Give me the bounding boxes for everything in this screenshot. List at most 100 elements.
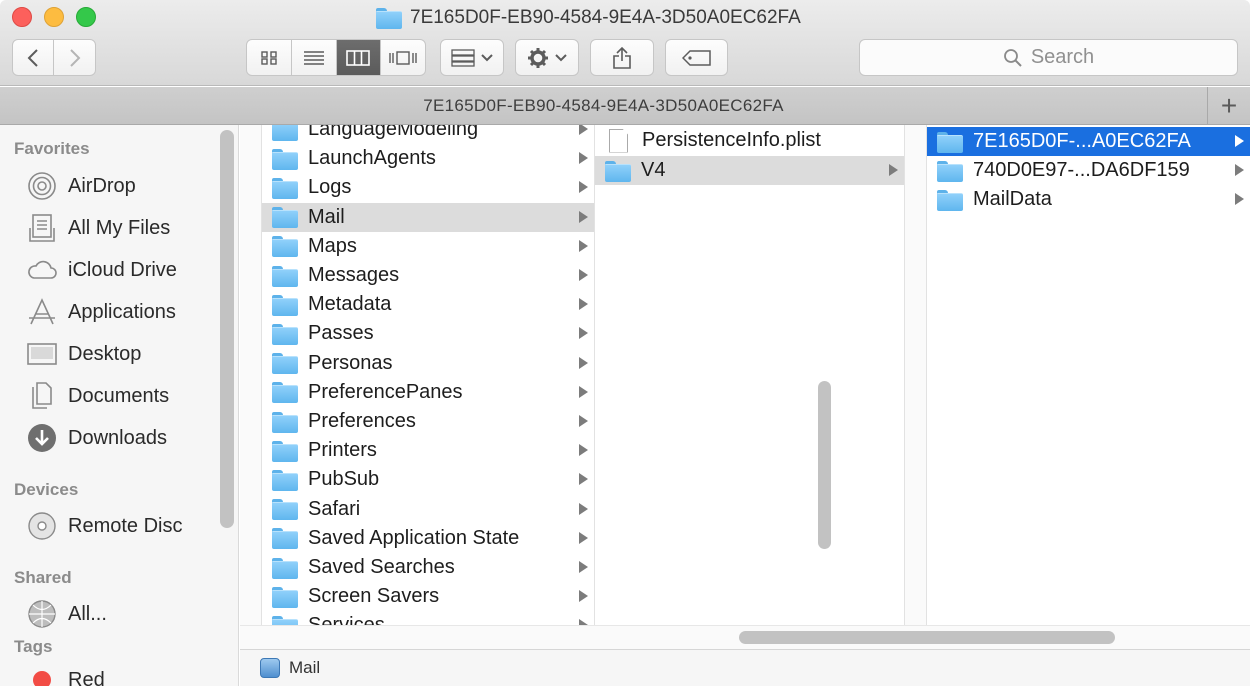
close-window-button[interactable] bbox=[12, 7, 32, 27]
sidebar-item-tag-red[interactable]: Red bbox=[26, 662, 105, 686]
zoom-window-button[interactable] bbox=[76, 7, 96, 27]
list-item[interactable]: LaunchAgents bbox=[262, 144, 594, 173]
sidebar-item-documents[interactable]: Documents bbox=[26, 378, 169, 414]
forward-button[interactable] bbox=[53, 39, 96, 76]
mail-app-icon bbox=[260, 658, 280, 678]
tab-current[interactable]: 7E165D0F-EB90-4584-9E4A-3D50A0EC62FA bbox=[0, 87, 1207, 125]
folder-icon bbox=[272, 265, 298, 287]
sidebar-item-applications[interactable]: Applications bbox=[26, 294, 176, 330]
horizontal-scrollbar[interactable] bbox=[240, 625, 1250, 649]
list-item[interactable]: Maps bbox=[262, 232, 594, 261]
list-item[interactable]: LanguageModeling bbox=[262, 125, 594, 144]
column-view-button[interactable] bbox=[336, 40, 382, 75]
list-item[interactable]: Saved Application State bbox=[262, 524, 594, 553]
disclosure-arrow-icon bbox=[579, 590, 588, 603]
list-item[interactable]: Services bbox=[262, 611, 594, 625]
disclosure-arrow-icon bbox=[579, 210, 588, 223]
list-item-selected[interactable]: 7E165D0F-...A0EC62FA bbox=[927, 127, 1250, 156]
list-item[interactable]: Preferences bbox=[262, 407, 594, 436]
sidebar-scrollbar[interactable] bbox=[220, 130, 234, 528]
list-item[interactable]: PreferencePanes bbox=[262, 378, 594, 407]
folder-icon bbox=[272, 440, 298, 462]
folder-name: Saved Application State bbox=[308, 526, 520, 549]
list-item[interactable]: PersistenceInfo.plist bbox=[595, 126, 904, 155]
list-item[interactable]: Printers bbox=[262, 436, 594, 465]
search-icon bbox=[1003, 48, 1022, 67]
sidebar-item-downloads[interactable]: Downloads bbox=[26, 420, 167, 456]
coverflow-view-button[interactable] bbox=[381, 40, 425, 75]
list-item-selected[interactable]: Mail bbox=[262, 202, 594, 232]
chevron-right-icon bbox=[69, 48, 80, 67]
documents-icon bbox=[26, 381, 58, 411]
folder-icon bbox=[937, 131, 963, 153]
folder-name: MailData bbox=[973, 188, 1052, 211]
sidebar-item-label: All... bbox=[68, 602, 107, 625]
sidebar-item-all-shared[interactable]: All... bbox=[26, 596, 107, 632]
arrange-button[interactable] bbox=[440, 39, 504, 76]
coverflow-icon bbox=[389, 50, 417, 65]
list-item[interactable]: MailData bbox=[927, 185, 1250, 214]
sidebar-item-desktop[interactable]: Desktop bbox=[26, 336, 141, 372]
folder-name: Mail bbox=[308, 205, 345, 228]
sidebar-item-airdrop[interactable]: AirDrop bbox=[26, 168, 136, 204]
disclosure-arrow-icon bbox=[579, 415, 588, 427]
list-item[interactable]: Saved Searches bbox=[262, 553, 594, 582]
horizontal-scroll-thumb[interactable] bbox=[739, 631, 1115, 644]
folder-icon bbox=[937, 189, 963, 211]
share-button[interactable] bbox=[590, 39, 654, 76]
finder-window: 7E165D0F-EB90-4584-9E4A-3D50A0EC62FA Sea… bbox=[0, 0, 1250, 686]
back-button[interactable] bbox=[12, 39, 54, 76]
new-tab-button[interactable]: + bbox=[1207, 87, 1250, 125]
folder-name: LanguageModeling bbox=[308, 125, 479, 140]
sidebar-item-remote-disc[interactable]: Remote Disc bbox=[26, 508, 182, 544]
tags-button[interactable] bbox=[665, 39, 728, 76]
list-item-selected[interactable]: V4 bbox=[595, 156, 904, 185]
list-item[interactable]: 740D0E97-...DA6DF159 bbox=[927, 156, 1250, 185]
applications-icon bbox=[26, 297, 58, 327]
path-bar: Mail bbox=[240, 649, 1250, 686]
list-item[interactable]: Screen Savers bbox=[262, 582, 594, 611]
folder-name: 740D0E97-...DA6DF159 bbox=[973, 159, 1190, 182]
column-browser: LanguageModeling LaunchAgents Logs Mail Maps… bbox=[240, 125, 1250, 625]
sidebar-item-all-my-files[interactable]: All My Files bbox=[26, 210, 170, 246]
path-item[interactable]: Mail bbox=[289, 658, 320, 678]
column-v4: 7E165D0F-...A0EC62FA 740D0E97-...DA6DF159… bbox=[927, 125, 1250, 625]
folder-name: Logs bbox=[308, 176, 352, 199]
folder-name: Metadata bbox=[308, 293, 392, 316]
folder-icon bbox=[272, 469, 298, 491]
folder-icon bbox=[272, 353, 298, 375]
list-item[interactable]: Passes bbox=[262, 319, 594, 348]
cloud-icon bbox=[26, 255, 58, 285]
column-scrollbar[interactable] bbox=[818, 381, 831, 549]
disclosure-arrow-icon bbox=[579, 181, 588, 194]
disclosure-arrow-icon bbox=[1235, 193, 1244, 206]
columns-icon bbox=[346, 49, 371, 66]
column-divider[interactable] bbox=[905, 125, 927, 625]
list-view-button[interactable] bbox=[292, 40, 337, 75]
icon-view-button[interactable] bbox=[247, 40, 292, 75]
sidebar-item-icloud-drive[interactable]: iCloud Drive bbox=[26, 252, 177, 288]
list-item[interactable]: Metadata bbox=[262, 290, 594, 319]
sidebar-heading-shared: Shared bbox=[14, 568, 72, 587]
tab-bar: 7E165D0F-EB90-4584-9E4A-3D50A0EC62FA + bbox=[0, 87, 1250, 125]
folder-icon bbox=[272, 148, 298, 170]
column-mail: PersistenceInfo.plist V4 bbox=[595, 125, 905, 625]
tag-icon bbox=[681, 49, 711, 66]
folder-name: Messages bbox=[308, 264, 400, 286]
file-name: PersistenceInfo.plist bbox=[642, 129, 821, 151]
list-item[interactable]: Safari bbox=[262, 495, 594, 524]
folder-icon bbox=[376, 8, 402, 29]
list-item[interactable]: Messages bbox=[262, 261, 594, 290]
minimize-window-button[interactable] bbox=[44, 7, 64, 27]
list-item[interactable]: Personas bbox=[262, 349, 594, 378]
search-field[interactable]: Search bbox=[859, 39, 1238, 76]
window-title-text: 7E165D0F-EB90-4584-9E4A-3D50A0EC62FA bbox=[410, 7, 801, 28]
list-item[interactable]: Logs bbox=[262, 173, 594, 202]
action-button[interactable] bbox=[515, 39, 579, 76]
sidebar-item-label: Remote Disc bbox=[68, 514, 183, 537]
folder-icon bbox=[605, 160, 631, 182]
disclosure-arrow-icon bbox=[579, 502, 588, 515]
list-item[interactable]: PubSub bbox=[262, 465, 594, 494]
chevron-down-icon bbox=[555, 53, 567, 61]
share-icon bbox=[613, 46, 631, 69]
